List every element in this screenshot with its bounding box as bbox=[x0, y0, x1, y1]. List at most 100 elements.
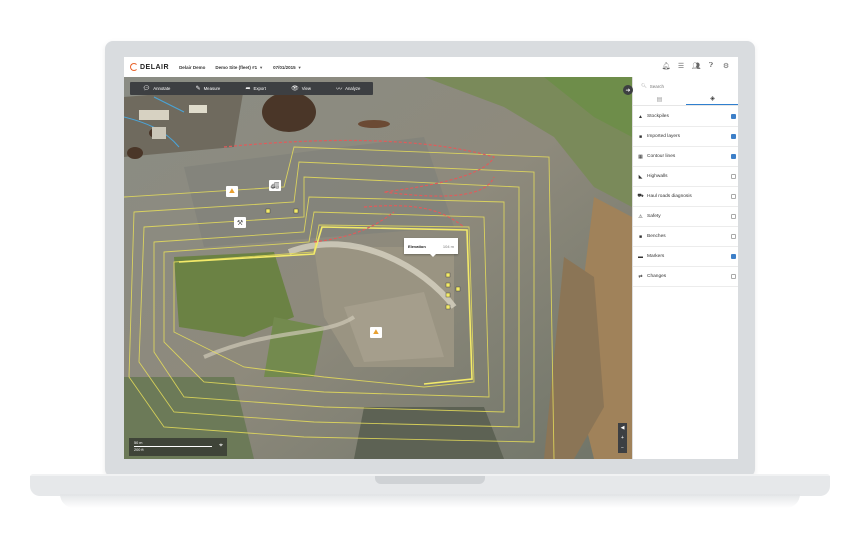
annotate-label: Annotate bbox=[153, 86, 171, 91]
eye-icon: 👁︎ bbox=[291, 86, 299, 92]
org-name: Delair Demo bbox=[179, 64, 206, 70]
safety-icon: ⚠ bbox=[638, 213, 643, 220]
tab-map[interactable]: ▤ bbox=[633, 93, 686, 105]
layers-panel: ➜ 🔍︎ ▤ ◈ ▲ Stockpiles ■ Imported layers … bbox=[623, 77, 738, 459]
date-selector-label: 07/01/2015 bbox=[273, 64, 296, 70]
site-selector-label: Demo Site (fleet) #1 bbox=[215, 64, 258, 70]
site-selector[interactable]: Demo Site (fleet) #1 ▼ bbox=[215, 65, 263, 70]
scale-line bbox=[134, 446, 212, 447]
pencil-icon: ✎ bbox=[195, 86, 201, 92]
layer-item-stockpiles[interactable]: ▲ Stockpiles bbox=[633, 107, 738, 127]
stockpile-marker-icon[interactable]: ⛰ bbox=[370, 327, 382, 338]
layer-label: Benches bbox=[647, 234, 666, 239]
logo-mark-icon bbox=[130, 63, 138, 71]
chevron-down-icon: ▼ bbox=[259, 64, 264, 70]
measure-tool[interactable]: ✎ Measure bbox=[196, 85, 221, 92]
marker-icon: ▬ bbox=[638, 253, 643, 260]
collapse-panel-button[interactable]: ➜ bbox=[623, 85, 633, 95]
layer-label: Markers bbox=[647, 254, 665, 259]
folder-icon: ■ bbox=[638, 233, 643, 240]
zoom-controls: ◀ + − bbox=[618, 423, 627, 453]
layer-label: Highwalls bbox=[647, 174, 668, 179]
topbar-icons: 🔔︎ ☰ 👥︎ ❓︎ ⚙ bbox=[662, 62, 730, 70]
layer-checkbox[interactable] bbox=[731, 134, 736, 139]
view-tool[interactable]: 👁︎ View bbox=[291, 85, 311, 92]
layer-item-haul-roads-diagnosis[interactable]: ⛟ Haul roads diagnosis bbox=[633, 187, 738, 207]
stockpile-marker-icon[interactable]: ⛰ bbox=[226, 186, 238, 197]
list-icon[interactable]: ☰ bbox=[677, 62, 685, 70]
delair-logo[interactable]: DELAIR bbox=[130, 63, 169, 71]
layer-checkbox[interactable] bbox=[731, 154, 736, 159]
layer-checkbox[interactable] bbox=[731, 194, 736, 199]
layer-search: 🔍︎ bbox=[641, 82, 733, 90]
help-icon[interactable]: ❓︎ bbox=[707, 62, 715, 70]
layer-label: Stockpiles bbox=[647, 114, 669, 119]
aerial-map-image bbox=[124, 77, 632, 459]
layer-checkbox[interactable] bbox=[731, 274, 736, 279]
layer-item-imported-layers[interactable]: ■ Imported layers bbox=[633, 127, 738, 147]
layer-label: Safety bbox=[647, 214, 661, 219]
truck-marker-icon[interactable]: 🚚︎ bbox=[269, 180, 281, 191]
elevation-value: 104 m bbox=[442, 243, 454, 249]
share-icon: ➦ bbox=[245, 86, 251, 92]
scale-imperial: 200 ft bbox=[134, 448, 144, 452]
layer-item-safety[interactable]: ⚠ Safety bbox=[633, 207, 738, 227]
map-view[interactable]: 💬︎ Annotate ✎ Measure ➦ Export 👁︎ View 〰 Anal… bbox=[124, 77, 632, 459]
tab-layers[interactable]: ◈ bbox=[686, 93, 738, 105]
layer-checkbox[interactable] bbox=[731, 254, 736, 259]
measure-label: Measure bbox=[203, 86, 221, 91]
view-label: View bbox=[301, 86, 311, 91]
layer-label: Changes bbox=[647, 274, 667, 279]
date-selector[interactable]: 07/01/2015 ▼ bbox=[273, 65, 302, 70]
location-pin-icon[interactable]: ⌖ bbox=[219, 442, 223, 450]
highwall-icon: ◣ bbox=[638, 173, 643, 180]
layer-checkbox[interactable] bbox=[731, 234, 736, 239]
contour-icon: ▦ bbox=[638, 153, 643, 160]
zoom-out-button[interactable]: − bbox=[621, 445, 624, 451]
layer-label: Haul roads diagnosis bbox=[647, 194, 692, 199]
map-icon: ▤ bbox=[656, 96, 663, 103]
search-icon: 🔍︎ bbox=[641, 83, 647, 88]
panel-tabs: ▤ ◈ bbox=[633, 93, 738, 106]
top-bar: DELAIR Delair Demo Demo Site (fleet) #1 ▼… bbox=[124, 57, 738, 78]
map-toolbar: 💬︎ Annotate ✎ Measure ➦ Export 👁︎ View 〰 Anal… bbox=[130, 82, 373, 95]
layer-label: Contour lines bbox=[647, 154, 676, 159]
users-icon[interactable]: 👥︎ bbox=[692, 62, 701, 70]
stockpile-icon: ▲ bbox=[638, 113, 643, 120]
bell-icon[interactable]: 🔔︎ bbox=[662, 62, 671, 70]
truck-icon: ⛟ bbox=[637, 193, 644, 199]
annotate-tool[interactable]: 💬︎ Annotate bbox=[143, 85, 171, 92]
analyze-tool[interactable]: 〰 Analyze bbox=[336, 84, 360, 93]
search-input[interactable] bbox=[649, 83, 720, 89]
export-tool[interactable]: ➦ Export bbox=[245, 85, 265, 92]
layer-checkbox[interactable] bbox=[731, 114, 736, 119]
laptop-notch bbox=[375, 476, 485, 484]
gear-icon[interactable]: ⚙ bbox=[722, 62, 730, 70]
compass-icon[interactable]: ◀ bbox=[621, 425, 625, 431]
layer-checkbox[interactable] bbox=[731, 214, 736, 219]
layer-item-markers[interactable]: ▬ Markers bbox=[633, 247, 738, 267]
export-label: Export bbox=[253, 86, 266, 91]
elevation-label: Elevation bbox=[408, 243, 426, 249]
comment-icon: 💬︎ bbox=[142, 86, 151, 92]
app-screen: DELAIR Delair Demo Demo Site (fleet) #1 ▼… bbox=[124, 57, 738, 459]
layer-label: Imported layers bbox=[647, 134, 681, 139]
analyze-label: Analyze bbox=[345, 86, 361, 91]
chart-line-icon: 〰 bbox=[336, 87, 343, 93]
layer-list: ▲ Stockpiles ■ Imported layers ▦ Contour… bbox=[633, 107, 738, 287]
scale-metric: 50 m bbox=[134, 441, 143, 445]
logo-text: DELAIR bbox=[140, 63, 170, 71]
elevation-tooltip: Elevation 104 m bbox=[404, 238, 458, 257]
layer-checkbox[interactable] bbox=[731, 174, 736, 179]
zoom-in-button[interactable]: + bbox=[621, 435, 624, 441]
layer-item-highwalls[interactable]: ◣ Highwalls bbox=[633, 167, 738, 187]
layer-item-benches[interactable]: ■ Benches bbox=[633, 227, 738, 247]
folder-icon: ■ bbox=[638, 133, 643, 140]
laptop-shadow bbox=[60, 494, 800, 508]
scale-bar: 50 m 200 ft ⌖ bbox=[129, 438, 227, 456]
excavator-marker-icon[interactable]: ⚒ bbox=[234, 217, 246, 228]
layer-item-contour-lines[interactable]: ▦ Contour lines bbox=[633, 147, 738, 167]
layers-icon: ◈ bbox=[710, 96, 715, 102]
changes-icon: ⇄ bbox=[638, 273, 643, 280]
layer-item-changes[interactable]: ⇄ Changes bbox=[633, 267, 738, 287]
